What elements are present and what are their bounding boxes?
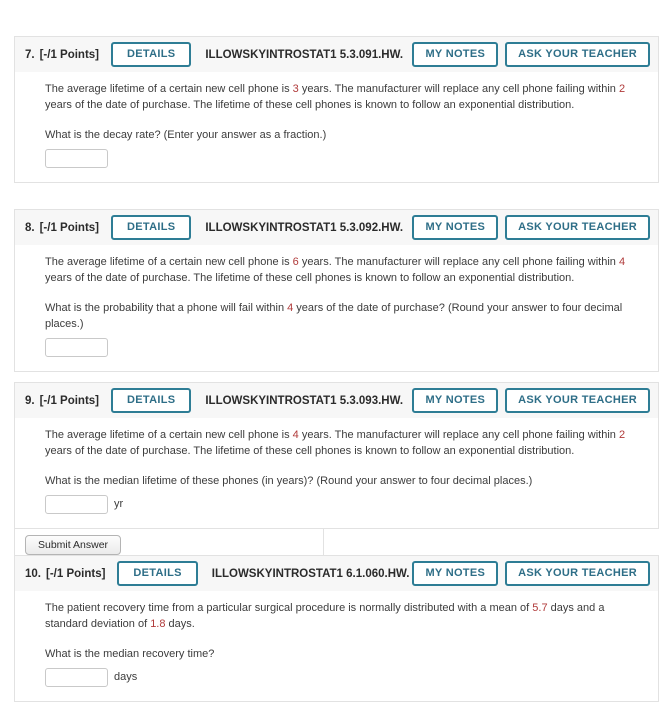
answer-row — [45, 148, 642, 168]
text-segment: years. The manufacturer will replace any… — [298, 83, 619, 95]
unit-label: days — [114, 671, 138, 684]
my-notes-button[interactable]: MY NOTES — [412, 388, 499, 413]
text-segment: years of the date of purchase. The lifet… — [45, 444, 575, 457]
text-segment: The average lifetime of a certain new ce… — [45, 83, 293, 95]
question-header: 7. [-/1 Points] DETAILS ILLOWSKYINTROSTAT1 … — [14, 36, 659, 72]
my-notes-button[interactable]: MY NOTES — [412, 215, 499, 240]
sub-question-text: What is the median recovery time? — [45, 647, 642, 663]
question-title: ILLOWSKYINTROSTAT1 5.3.092.HW. — [205, 221, 404, 234]
question-prompt: The patient recovery time from a particu… — [45, 601, 642, 633]
question-header: 10. [-/1 Points] DETAILS ILLOWSKYINTROSTAT1… — [14, 555, 659, 591]
unit-label: yr — [114, 498, 124, 511]
text-segment: The average lifetime of a certain new ce… — [45, 256, 293, 268]
points-label: [-/1 Points] — [39, 48, 100, 61]
text-segment: What is the median recovery time? — [45, 647, 215, 660]
details-button[interactable]: DETAILS — [117, 561, 198, 586]
points-label: [-/1 Points] — [46, 567, 106, 580]
answer-input[interactable] — [45, 148, 108, 168]
text-segment: days. — [165, 617, 195, 630]
highlighted-value: 2 — [618, 429, 626, 441]
question-body: The average lifetime of a certain new ce… — [14, 418, 659, 529]
answer-row — [45, 337, 642, 357]
answer-row: days — [45, 667, 642, 687]
text-segment: years of the date of purchase. The lifet… — [45, 271, 575, 284]
question-card: 9. [-/1 Points] DETAILS ILLOWSKYINTROSTAT1 … — [14, 382, 659, 564]
points-label: [-/1 Points] — [39, 394, 100, 407]
answer-row: yr — [45, 494, 642, 514]
details-button[interactable]: DETAILS — [111, 42, 192, 67]
question-prompt: The average lifetime of a certain new ce… — [45, 428, 642, 460]
text-segment: What is the median lifetime of these pho… — [45, 474, 533, 487]
question-number: 10. — [25, 567, 41, 580]
highlighted-value: 1.8 — [150, 617, 166, 630]
highlighted-value: 4 — [618, 256, 626, 268]
text-segment: What is the decay rate? (Enter your answ… — [45, 128, 327, 141]
question-number: 7. — [25, 48, 35, 61]
points-label: [-/1 Points] — [39, 221, 100, 234]
my-notes-button[interactable]: MY NOTES — [412, 561, 499, 586]
question-card: 7. [-/1 Points] DETAILS ILLOWSKYINTROSTAT1 … — [14, 36, 659, 183]
highlighted-value: 5.7 — [532, 602, 548, 614]
ask-your-teacher-button[interactable]: ASK YOUR TEACHER — [505, 388, 650, 413]
question-body: The patient recovery time from a particu… — [14, 591, 659, 702]
my-notes-button[interactable]: MY NOTES — [412, 42, 499, 67]
question-prompt: The average lifetime of a certain new ce… — [45, 255, 642, 287]
question-header: 8. [-/1 Points] DETAILS ILLOWSKYINTROSTAT1 … — [14, 209, 659, 245]
answer-input[interactable] — [45, 337, 108, 357]
question-header: 9. [-/1 Points] DETAILS ILLOWSKYINTROSTAT1 … — [14, 382, 659, 418]
question-title: ILLOWSKYINTROSTAT1 5.3.093.HW. — [205, 394, 404, 407]
question-number: 8. — [25, 221, 35, 234]
sub-question-text: What is the median lifetime of these pho… — [45, 474, 642, 490]
assignment-page: 7. [-/1 Points] DETAILS ILLOWSKYINTROSTAT1 … — [0, 0, 671, 702]
answer-input[interactable] — [45, 667, 108, 687]
question-number: 9. — [25, 394, 35, 407]
text-segment: years. The manufacturer will replace any… — [298, 256, 619, 268]
ask-your-teacher-button[interactable]: ASK YOUR TEACHER — [505, 561, 650, 586]
question-card: 10. [-/1 Points] DETAILS ILLOWSKYINTROSTAT1… — [14, 555, 659, 702]
question-body: The average lifetime of a certain new ce… — [14, 72, 659, 183]
details-button[interactable]: DETAILS — [111, 215, 192, 240]
question-card: 8. [-/1 Points] DETAILS ILLOWSKYINTROSTAT1 … — [14, 209, 659, 372]
answer-input[interactable] — [45, 494, 108, 514]
highlighted-value: 2 — [618, 83, 626, 95]
sub-question-text: What is the decay rate? (Enter your answ… — [45, 128, 642, 144]
text-segment: What is the probability that a phone wil… — [45, 301, 288, 314]
details-button[interactable]: DETAILS — [111, 388, 192, 413]
question-body: The average lifetime of a certain new ce… — [14, 245, 659, 372]
question-prompt: The average lifetime of a certain new ce… — [45, 82, 642, 114]
text-segment: The patient recovery time from a particu… — [45, 602, 533, 614]
text-segment: years of the date of purchase. The lifet… — [45, 98, 575, 111]
sub-question-text: What is the probability that a phone wil… — [45, 301, 642, 333]
question-title: ILLOWSKYINTROSTAT1 6.1.060.HW. — [211, 567, 410, 580]
question-title: ILLOWSKYINTROSTAT1 5.3.091.HW. — [205, 48, 404, 61]
text-segment: The average lifetime of a certain new ce… — [45, 429, 293, 441]
ask-your-teacher-button[interactable]: ASK YOUR TEACHER — [505, 42, 650, 67]
text-segment: years. The manufacturer will replace any… — [298, 429, 619, 441]
ask-your-teacher-button[interactable]: ASK YOUR TEACHER — [505, 215, 650, 240]
submit-answer-button[interactable]: Submit Answer — [25, 534, 122, 556]
